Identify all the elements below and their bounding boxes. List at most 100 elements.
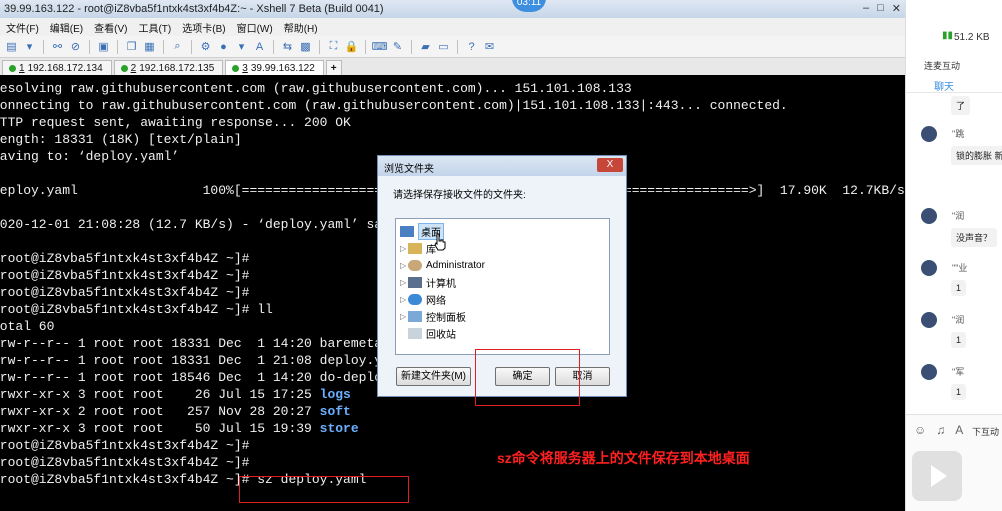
globe-icon[interactable]: ●: [216, 40, 231, 54]
open-folder-icon[interactable]: ▾: [22, 40, 37, 54]
tree-item-control-panel[interactable]: ▷ 控制面板: [400, 308, 466, 324]
terminal-line: Saving to: ‘deploy.yaml’: [0, 149, 180, 164]
message-bubble: 1: [951, 384, 967, 400]
lock-icon[interactable]: 🔒: [344, 40, 359, 54]
color-icon[interactable]: ▾: [234, 40, 249, 54]
terminal-line-text: drwxr-xr-x 3 root root 26 Jul 15 17:25: [0, 387, 320, 402]
tree-item-label: 计算机: [426, 278, 456, 290]
avatar: [921, 208, 937, 224]
xmanager-icon[interactable]: ▩: [298, 40, 313, 54]
bell-icon[interactable]: ♫: [936, 423, 945, 437]
terminal-line: Resolving raw.githubusercontent.com (raw…: [0, 81, 632, 96]
tab-session-2[interactable]: 2 192.168.172.135: [113, 60, 224, 75]
add-tab-button[interactable]: +: [325, 60, 342, 75]
control-panel-icon: [408, 310, 422, 322]
menu-edit[interactable]: 编辑(E): [50, 20, 83, 35]
tree-item-network[interactable]: ▷ 网络: [400, 291, 446, 307]
tab-session-1[interactable]: 1 192.168.172.134: [2, 60, 112, 75]
folder-tree[interactable]: 桌面 ▷ 库 ▷ Administrator ▷ 计算机 ▷ 网络 ▷ 控制面板: [395, 218, 610, 355]
fullscreen-icon[interactable]: ⛶: [326, 40, 341, 54]
tree-item-library[interactable]: ▷ 库: [400, 240, 436, 256]
terminal-line: -rw-r--r-- 1 root root 18546 Dec 1 14:20…: [0, 370, 390, 385]
expand-icon[interactable]: ▷: [400, 261, 408, 270]
tree-item-administrator[interactable]: ▷ Administrator: [400, 257, 485, 273]
pen-icon[interactable]: ✎: [390, 40, 405, 54]
copy-icon[interactable]: ❐: [124, 40, 139, 54]
keyboard-icon[interactable]: ⌨: [372, 40, 388, 54]
message-bubble: 1: [951, 332, 967, 348]
toolbar-divider: [365, 39, 366, 54]
computer-icon: [408, 276, 422, 288]
expand-icon[interactable]: ▷: [400, 278, 408, 287]
terminal-line: Length: 18331 (18K) [text/plain]: [0, 132, 242, 147]
tab-label: 192.168.172.134: [27, 62, 103, 74]
connected-icon: [232, 64, 240, 72]
avatar: [921, 312, 937, 328]
toolbar-divider: [319, 39, 320, 54]
expand-icon[interactable]: ▷: [400, 312, 408, 321]
paste-icon[interactable]: ▦: [142, 40, 157, 54]
search-icon[interactable]: ⌕: [170, 40, 185, 54]
menu-tabs[interactable]: 选项卡(B): [182, 20, 225, 35]
link-icon[interactable]: ⚯: [50, 40, 65, 54]
panel-mode-label: 连麦互动: [924, 61, 961, 71]
recycle-bin-icon: [408, 327, 422, 339]
font-icon[interactable]: A: [252, 40, 267, 54]
window-title: 39.99.163.122 - root@iZ8vba5f1ntxk4st3xf…: [4, 3, 384, 15]
desktop-icon: [400, 225, 414, 237]
toolbar-divider: [411, 39, 412, 54]
library-icon: [408, 242, 422, 254]
tab-chat[interactable]: 聊天: [934, 78, 954, 93]
message-bubble: 锁的膨胀 新: [951, 146, 1002, 165]
layout-icon[interactable]: ▭: [436, 40, 451, 54]
new-folder-button[interactable]: 新建文件夹(M): [396, 367, 471, 386]
maximize-icon[interactable]: □: [877, 2, 884, 15]
terminal-line: drwxr-xr-x 2 root root 257 Nov 28 20:27 …: [0, 403, 351, 420]
menu-tools[interactable]: 工具(T): [138, 20, 171, 35]
avatar: [921, 364, 937, 380]
properties-icon[interactable]: ▣: [96, 40, 111, 54]
dialog-close-button[interactable]: X: [597, 158, 623, 172]
toolbar: ▤ ▾ ⚯ ⊘ ▣ ❐ ▦ ⌕ ⚙ ● ▾ A ⇆ ▩ ⛶ 🔒 ⌨ ✎ ▰ ▭ …: [0, 36, 905, 58]
close-icon[interactable]: ✕: [892, 2, 901, 15]
dialog-titlebar: 浏览文件夹 X: [378, 156, 626, 176]
settings-icon[interactable]: ⚙: [198, 40, 213, 54]
sender-name: "润: [952, 211, 965, 221]
menu-view[interactable]: 查看(V): [94, 20, 127, 35]
terminal-line: [root@iZ8vba5f1ntxk4st3xf4b4Z ~]# ll: [0, 302, 273, 317]
terminal-line: drwxr-xr-x 3 root root 26 Jul 15 17:25 l…: [0, 386, 351, 403]
expand-icon[interactable]: ▷: [400, 244, 408, 253]
help-icon[interactable]: ?: [464, 40, 479, 54]
tab-session-3[interactable]: 3 39.99.163.122: [225, 60, 324, 75]
menu-window[interactable]: 窗口(W): [237, 20, 273, 35]
minimize-icon[interactable]: –: [863, 2, 869, 15]
live-chat-panel: ▮▮ 51.2 KB 连麦互动 聊天 了 "跳 锁的膨胀 新 "润 没声音？ "…: [905, 0, 1002, 511]
new-session-icon[interactable]: ▤: [4, 40, 19, 54]
terminal-line: [root@iZ8vba5f1ntxk4st3xf4b4Z ~]#: [0, 455, 250, 470]
xftp-icon[interactable]: ⇆: [280, 40, 295, 54]
message-bubble: 没声音？: [951, 228, 998, 247]
tree-item-label: 控制面板: [426, 312, 466, 324]
font-icon[interactable]: A: [955, 423, 963, 437]
toolbar-divider: [457, 39, 458, 54]
disconnect-icon[interactable]: ⊘: [68, 40, 83, 54]
sender-name: "军: [952, 367, 965, 377]
terminal-line: [root@iZ8vba5f1ntxk4st3xf4b4Z ~]#: [0, 251, 250, 266]
script-icon[interactable]: ▰: [418, 40, 433, 54]
menu-help[interactable]: 帮助(H): [284, 20, 318, 35]
chat-icon[interactable]: ✉: [482, 40, 497, 54]
terminal-line: [root@iZ8vba5f1ntxk4st3xf4b4Z ~]#: [0, 285, 250, 300]
network-icon: [408, 293, 422, 305]
menu-file[interactable]: 文件(F): [6, 20, 39, 35]
sender-name: "润: [952, 315, 965, 325]
terminal-line: total 60: [0, 319, 55, 334]
tab-number: 2: [130, 62, 137, 74]
play-button[interactable]: [912, 451, 962, 501]
tree-item-computer[interactable]: ▷ 计算机: [400, 274, 456, 290]
emoji-icon[interactable]: ☺: [914, 423, 926, 437]
interact-label[interactable]: 下互动: [972, 425, 999, 438]
expand-icon[interactable]: ▷: [400, 295, 408, 304]
window-controls: – □ ✕: [863, 2, 901, 15]
dialog-title: 浏览文件夹: [384, 164, 434, 175]
tree-item-recycle-bin[interactable]: 回收站: [408, 325, 456, 341]
